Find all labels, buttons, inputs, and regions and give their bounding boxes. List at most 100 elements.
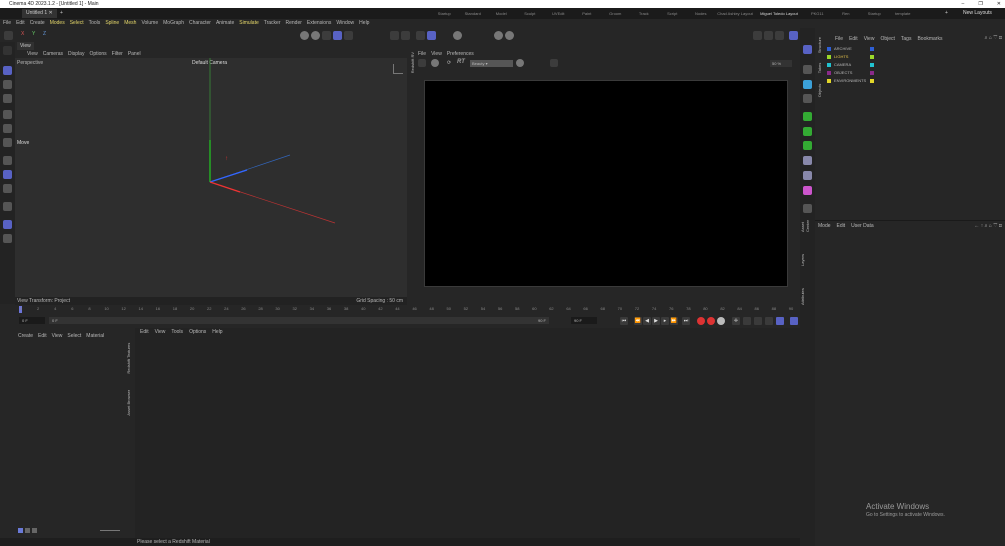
- menu-help[interactable]: Help: [359, 19, 369, 28]
- ipr-icon[interactable]: [333, 31, 342, 40]
- material-menu-item[interactable]: Edit: [38, 333, 47, 339]
- tab-objects[interactable]: Objects: [817, 84, 822, 98]
- material-menu-item[interactable]: Select: [67, 333, 81, 339]
- point-mode-icon[interactable]: [3, 110, 12, 119]
- render-queue-icon[interactable]: [344, 31, 353, 40]
- lock-icon[interactable]: [401, 31, 410, 40]
- crop-region-icon[interactable]: [550, 59, 558, 67]
- key-settings-button[interactable]: [717, 317, 725, 325]
- material-menu-item[interactable]: View: [52, 333, 63, 339]
- viewport-canvas[interactable]: Perspective Default Camera Move ↑: [15, 58, 407, 298]
- menu-simulate[interactable]: Simulate: [239, 19, 258, 28]
- menu-extensions[interactable]: Extensions: [307, 19, 331, 28]
- material-menu-item[interactable]: Create: [18, 333, 33, 339]
- menu-edit[interactable]: Edit: [16, 19, 25, 28]
- timeline-layout-icon[interactable]: [790, 317, 798, 325]
- edge-mode-icon[interactable]: [3, 124, 12, 133]
- timeline-ruler[interactable]: 0 2 4 6 8 10 12 14 16 18 20 22 24 26 28 30 32 34 36 38 40 42 4…: [15, 305, 800, 315]
- gear-icon[interactable]: [505, 31, 514, 40]
- rt-toggle[interactable]: RT: [457, 59, 465, 65]
- node-menu-item[interactable]: View: [155, 329, 166, 335]
- render-output[interactable]: [424, 80, 788, 287]
- viewport-tab[interactable]: View: [17, 42, 34, 50]
- model-mode-icon[interactable]: [3, 66, 12, 75]
- render-icon[interactable]: [311, 31, 320, 40]
- field-icon[interactable]: [803, 171, 812, 180]
- document-tab[interactable]: Untitled 1 ✕: [22, 9, 57, 18]
- text-icon[interactable]: [803, 94, 812, 103]
- viewport-menu-display[interactable]: Display: [68, 50, 84, 58]
- viewport-menu-filter[interactable]: Filter: [112, 50, 123, 58]
- menu-tools[interactable]: Tools: [89, 19, 101, 28]
- y-axis-toggle[interactable]: Y: [32, 31, 35, 37]
- workplane-tool-icon[interactable]: [3, 234, 12, 243]
- channel-icon[interactable]: [516, 59, 524, 67]
- go-start-button[interactable]: ⏮: [620, 317, 628, 325]
- param-key-icon[interactable]: [765, 317, 773, 325]
- objects-menu-tags[interactable]: Tags: [901, 35, 912, 43]
- cloner-icon[interactable]: [803, 127, 812, 136]
- effector-icon[interactable]: [803, 141, 812, 150]
- primitive-icon[interactable]: [803, 80, 812, 89]
- search-icon[interactable]: ⌕ ⌂ ▽ ⊡: [985, 35, 1002, 41]
- menu-mesh[interactable]: Mesh: [124, 19, 136, 28]
- record-key-button[interactable]: [697, 317, 705, 325]
- render-view-icon[interactable]: [300, 31, 309, 40]
- node-menu-item[interactable]: Tools: [171, 329, 183, 335]
- viewport-menu-view[interactable]: View: [27, 50, 38, 58]
- zoom-field[interactable]: 50 %: [770, 60, 792, 67]
- redshift-menu-view[interactable]: View: [431, 50, 442, 58]
- scale-key-icon[interactable]: [743, 317, 751, 325]
- viewport-menu-cameras[interactable]: Cameras: [43, 50, 63, 58]
- layer-tag-icon[interactable]: [870, 47, 874, 51]
- redshift-side-tab[interactable]: Redshift RV: [410, 52, 415, 73]
- magnet-icon[interactable]: [3, 202, 12, 211]
- pla-key-icon[interactable]: [776, 317, 784, 325]
- tab-asset-center[interactable]: Asset Center: [800, 220, 810, 232]
- object-row[interactable]: CAMERA: [827, 61, 887, 69]
- attributes-nav-icons[interactable]: ← ↑ ⌕ ⌂ ▽ ⊡: [974, 223, 1002, 229]
- viewport-menu-options[interactable]: Options: [89, 50, 106, 58]
- layer-tag-icon[interactable]: [870, 79, 874, 83]
- viewport-menu-panel[interactable]: Panel: [128, 50, 141, 58]
- refresh-icon[interactable]: ⟳: [447, 60, 451, 66]
- clapper-icon[interactable]: [418, 59, 426, 67]
- menu-create[interactable]: Create: [30, 19, 45, 28]
- tab-layers[interactable]: Layers: [800, 254, 810, 266]
- generator-icon[interactable]: [803, 112, 812, 121]
- move-key-icon[interactable]: ✛: [732, 317, 740, 325]
- new-layouts-button[interactable]: New Layouts: [963, 8, 992, 19]
- spline-icon[interactable]: [803, 186, 812, 195]
- menu-tracker[interactable]: Tracker: [264, 19, 281, 28]
- tweak-icon[interactable]: [3, 170, 12, 179]
- object-row[interactable]: OBJECTS: [827, 69, 887, 77]
- lock-layout-icon[interactable]: [789, 31, 798, 40]
- z-axis-toggle[interactable]: Z: [43, 31, 46, 37]
- record-icon[interactable]: [453, 31, 462, 40]
- menu-spline[interactable]: Spline: [105, 19, 119, 28]
- crop-icon[interactable]: [3, 94, 12, 103]
- grid-icon[interactable]: [416, 31, 425, 40]
- settings-icon[interactable]: [494, 31, 503, 40]
- menu-animate[interactable]: Animate: [216, 19, 234, 28]
- attributes-menu-item[interactable]: Mode: [818, 223, 831, 229]
- snap-icon[interactable]: [390, 31, 399, 40]
- prev-key-button[interactable]: ⏪: [634, 317, 642, 325]
- objects-menu-view[interactable]: View: [864, 35, 875, 43]
- menu-mograph[interactable]: MoGraph: [163, 19, 184, 28]
- camera-icon[interactable]: [803, 204, 812, 213]
- auto-key-button[interactable]: [707, 317, 715, 325]
- add-layout-icon[interactable]: +: [945, 8, 948, 19]
- layer-tag-icon[interactable]: [870, 55, 874, 59]
- object-row[interactable]: ENVIRONMENTS: [827, 77, 887, 85]
- redshift-menu-file[interactable]: File: [418, 50, 426, 58]
- new-tab-icon[interactable]: +: [60, 8, 63, 19]
- cube-icon[interactable]: [803, 65, 812, 74]
- x-axis-toggle[interactable]: X: [21, 31, 24, 37]
- start-frame-field[interactable]: 0 F: [19, 317, 45, 324]
- tab-structure[interactable]: Structure: [817, 37, 822, 53]
- layer-tag-icon[interactable]: [870, 63, 874, 67]
- objects-menu-edit[interactable]: Edit: [849, 35, 858, 43]
- node-menu-item[interactable]: Edit: [140, 329, 149, 335]
- edit-icon[interactable]: [3, 46, 12, 55]
